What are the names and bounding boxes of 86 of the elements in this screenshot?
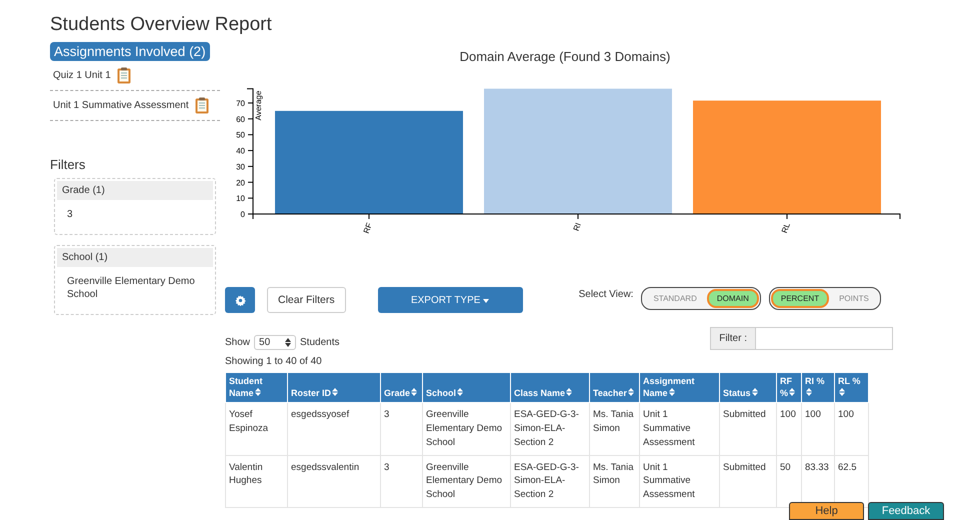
table-cell: Greenville Elementary Demo School xyxy=(422,402,510,456)
feedback-button[interactable]: Feedback xyxy=(868,502,944,520)
table-cell: Unit 1 Summative Assessment xyxy=(640,455,720,508)
view-toggle[interactable]: PERCENT POINTS xyxy=(768,287,881,310)
table-cell: Submitted xyxy=(720,455,776,508)
column-header[interactable]: Assignment Name xyxy=(640,372,720,403)
tick-label: 30 xyxy=(236,162,245,172)
filter-label: Filter : xyxy=(710,327,756,350)
column-header[interactable]: RF % xyxy=(776,372,802,403)
sort-icon[interactable] xyxy=(254,388,261,396)
column-header[interactable]: RL % xyxy=(834,372,868,403)
toggle-option[interactable]: STANDARD xyxy=(643,289,707,308)
column-header[interactable]: School xyxy=(422,372,510,403)
sort-icon[interactable] xyxy=(789,388,796,396)
show-label: Show xyxy=(225,337,250,348)
sort-icon[interactable] xyxy=(411,388,418,396)
page-title: Students Overview Report xyxy=(50,14,273,36)
tick-label: 20 xyxy=(236,178,245,188)
column-header[interactable]: Status xyxy=(720,372,776,403)
sort-icon[interactable] xyxy=(566,388,572,396)
sort-icon[interactable] xyxy=(668,388,675,396)
table-cell: Ms. Tania Simon xyxy=(590,455,640,508)
settings-button[interactable] xyxy=(225,287,255,313)
view-toggle[interactable]: STANDARD DOMAIN xyxy=(641,287,761,310)
sort-icon[interactable] xyxy=(628,388,634,396)
table-cell: 3 xyxy=(380,455,422,508)
column-header[interactable]: Teacher xyxy=(590,372,640,403)
tick-label: 60 xyxy=(236,114,245,124)
table-cell: esgedssyosef xyxy=(288,402,380,456)
table-cell: Yosef Espinoza xyxy=(226,402,288,456)
table-cell: 100 xyxy=(776,402,802,456)
export-dropdown[interactable]: EXPORT TYPE xyxy=(378,287,523,313)
table-cell: 100 xyxy=(802,402,834,456)
category-label: RF xyxy=(362,222,374,235)
filter-value[interactable]: Greenville Elementary Demo School xyxy=(57,266,213,302)
assignment-link[interactable]: Quiz 1 Unit 1 xyxy=(53,70,111,81)
table-cell: ESA-GED-G-3-Simon-ELA-Section 2 xyxy=(510,402,590,456)
help-button[interactable]: Help xyxy=(789,502,864,520)
table-cell: 100 xyxy=(834,402,868,456)
filter-title: Grade (1) xyxy=(57,181,213,200)
toggle-option[interactable]: POINTS xyxy=(829,289,879,308)
table-info: Showing 1 to 40 of 40 xyxy=(225,356,323,367)
clipboard-icon[interactable] xyxy=(194,97,209,114)
page-size-select[interactable]: 50 xyxy=(254,335,296,350)
table-cell: 3 xyxy=(380,402,422,456)
filters-heading: Filters xyxy=(50,157,86,172)
toggle-option[interactable]: PERCENT xyxy=(770,289,830,308)
column-header[interactable]: Student Name xyxy=(226,372,288,403)
clear-filters-button[interactable]: Clear Filters xyxy=(267,287,346,313)
toggle-option[interactable]: DOMAIN xyxy=(706,289,759,308)
students-label: Students xyxy=(300,337,340,348)
table-cell: Submitted xyxy=(720,402,776,456)
tick-label: 70 xyxy=(236,98,245,108)
category-label: RL xyxy=(780,222,792,234)
chart-title: Domain Average (Found 3 Domains) xyxy=(458,49,672,64)
column-header[interactable]: Roster ID xyxy=(288,372,380,403)
filter-field[interactable] xyxy=(756,327,893,350)
sort-icon[interactable] xyxy=(806,388,812,396)
caret-icon xyxy=(483,298,490,302)
column-header[interactable]: RI % xyxy=(802,372,834,403)
section-heading: Assignments Involved (2) xyxy=(50,42,210,61)
column-header[interactable]: Grade xyxy=(380,372,422,403)
tick-label: 10 xyxy=(236,194,245,204)
table-cell: esgedssvalentin xyxy=(288,455,380,508)
tick-label: 40 xyxy=(236,146,245,156)
sort-icon[interactable] xyxy=(332,388,338,396)
view-label: Select View: xyxy=(578,289,634,300)
axis-label: Average xyxy=(254,90,263,120)
table-cell: Unit 1 Summative Assessment xyxy=(640,402,720,456)
sort-icon[interactable] xyxy=(457,388,464,396)
clipboard-icon[interactable] xyxy=(116,67,131,84)
table-cell: Valentin Hughes xyxy=(226,455,288,508)
column-header[interactable]: Class Name xyxy=(510,372,590,403)
sort-icon[interactable] xyxy=(839,388,845,396)
tick-label: 0 xyxy=(240,210,245,219)
category-label: RI xyxy=(572,222,583,232)
settings-icon xyxy=(234,294,246,306)
table-cell: ESA-GED-G-3-Simon-ELA-Section 2 xyxy=(510,455,590,508)
filter-title: School (1) xyxy=(57,248,213,266)
filter-value[interactable]: 3 xyxy=(57,200,213,222)
tick-label: 50 xyxy=(236,130,245,140)
table-cell: Ms. Tania Simon xyxy=(590,402,640,456)
assignment-link[interactable]: Unit 1 Summative Assessment xyxy=(53,100,189,111)
table-cell: Greenville Elementary Demo School xyxy=(422,455,510,508)
sort-icon[interactable] xyxy=(752,388,758,396)
spinner-icon[interactable] xyxy=(285,338,292,347)
